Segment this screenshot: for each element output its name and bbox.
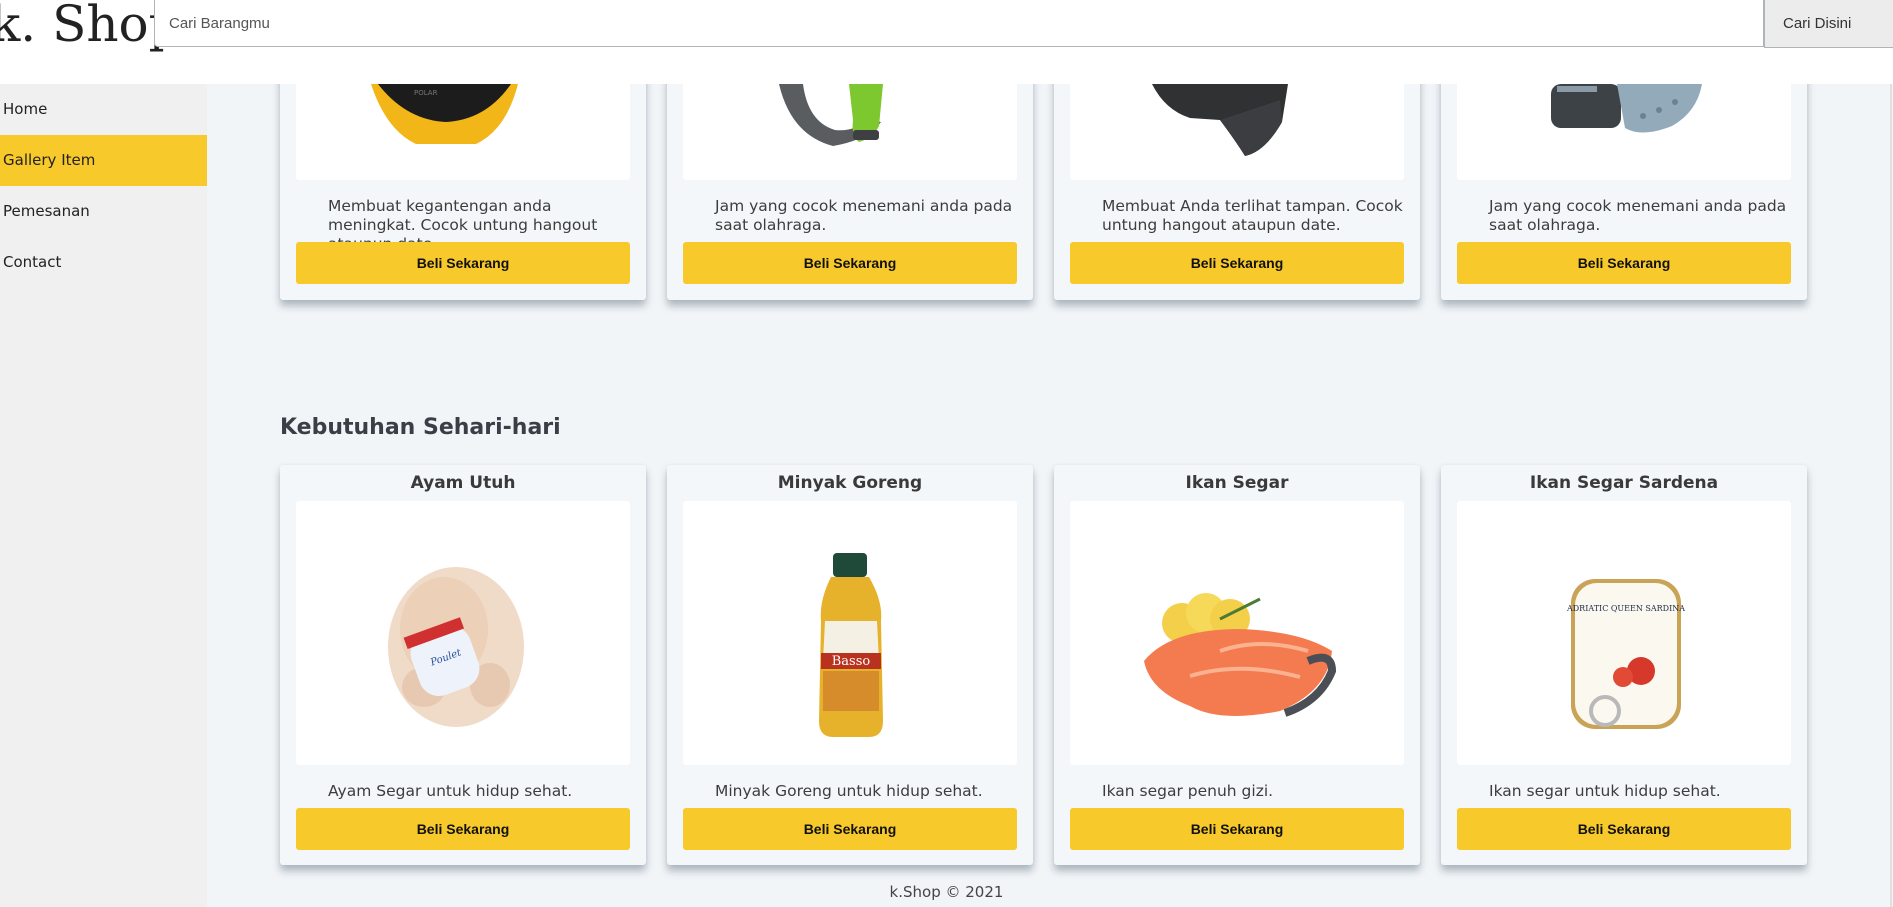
product-description: Ikan segar untuk hidup sehat. <box>1489 782 1721 800</box>
product-description: Jam yang cocok menemani anda pada saat o… <box>1489 197 1787 234</box>
sidebar-item-pemesanan[interactable]: Pemesanan <box>0 186 207 237</box>
whole-chicken-icon: Poulet <box>388 567 524 727</box>
salmon-steak-icon <box>1144 593 1337 717</box>
product-image: Poulet <box>296 501 630 765</box>
sidebar-item-gallery-item[interactable]: Gallery Item <box>0 135 207 186</box>
product-card: Membuat Anda terlihat tampan. Cocok untu… <box>1054 60 1420 300</box>
search-button[interactable]: Cari Disini <box>1764 0 1893 48</box>
header: k. Shop Cari Disini <box>0 0 1893 84</box>
search-input[interactable] <box>154 0 1764 47</box>
buy-now-button[interactable]: Beli Sekarang <box>296 808 630 850</box>
product-name: Ikan Segar <box>1185 473 1289 493</box>
product-name: Ayam Utuh <box>410 473 516 493</box>
section-title: Kebutuhan Sehari-hari <box>280 415 561 440</box>
product-description: Jam yang cocok menemani anda pada saat o… <box>715 197 1013 234</box>
product-description: Membuat Anda terlihat tampan. Cocok untu… <box>1102 197 1403 234</box>
footer-text: k.Shop © 2021 <box>889 883 1004 901</box>
sidebar-item-contact[interactable]: Contact <box>0 237 207 288</box>
product-card: POLAR Membuat kegantengan anda meningkat… <box>280 60 646 300</box>
product-image-label: ADRIATIC QUEEN SARDINA <box>1566 604 1685 613</box>
buy-now-button[interactable]: Beli Sekarang <box>683 808 1017 850</box>
product-card: Minyak Goreng Basso Minyak Goreng untuk … <box>667 465 1033 865</box>
product-description: Ikan segar penuh gizi. <box>1102 782 1274 800</box>
product-card: Jam yang cocok menemani anda pada saat o… <box>667 60 1033 300</box>
buy-now-button[interactable]: Beli Sekarang <box>1457 808 1791 850</box>
svg-text:POLAR: POLAR <box>414 89 438 97</box>
product-card: Ikan Segar Sardena ADRIATIC QUEEN SARDIN… <box>1441 465 1807 865</box>
buy-now-button[interactable]: Beli Sekarang <box>1070 808 1404 850</box>
oil-bottle-icon: Basso <box>819 553 883 737</box>
product-card: Ikan Segar Ikan segar penuh gizi. Beli S… <box>1054 465 1420 865</box>
product-description: Minyak Goreng untuk hidup sehat. <box>715 782 983 800</box>
buy-now-button[interactable]: Beli Sekarang <box>1070 242 1404 284</box>
sidebar: Home Gallery Item Pemesanan Contact <box>0 84 207 907</box>
buy-now-button[interactable]: Beli Sekarang <box>683 242 1017 284</box>
sardine-can-icon: ADRIATIC QUEEN SARDINA <box>1566 579 1685 729</box>
product-image: Basso <box>683 501 1017 765</box>
buy-now-button[interactable]: Beli Sekarang <box>296 242 630 284</box>
buy-now-button[interactable]: Beli Sekarang <box>1457 242 1791 284</box>
product-image: ADRIATIC QUEEN SARDINA <box>1457 501 1791 765</box>
product-card: Jam yang cocok menemani anda pada saat o… <box>1441 60 1807 300</box>
product-description: Ayam Segar untuk hidup sehat. <box>328 782 573 800</box>
product-name: Minyak Goreng <box>777 473 923 493</box>
product-image-label: Basso <box>832 654 871 669</box>
sidebar-item-home[interactable]: Home <box>0 84 207 135</box>
product-image <box>1070 501 1404 765</box>
product-card: Ayam Utuh Poulet Ayam Segar untuk hidup … <box>280 465 646 865</box>
product-name: Ikan Segar Sardena <box>1529 473 1719 493</box>
scrollbar-edge <box>1890 0 1892 907</box>
